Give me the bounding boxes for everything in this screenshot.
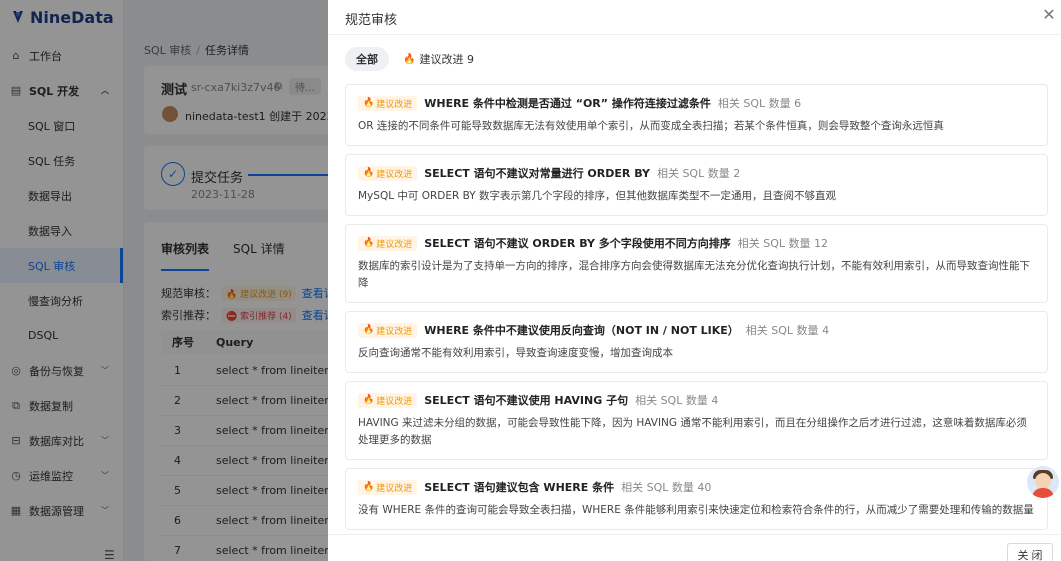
- rule-header: 🔥 建议改进 WHERE 条件中检测是否通过 “OR” 操作符连接过滤条件 相关 SQ…: [358, 95, 1035, 111]
- rule-title: SELECT 语句建议包含 WHERE 条件: [424, 481, 615, 494]
- rule-description: MySQL 中可 ORDER BY 数字表示第几个字段的排序，但其他数据库类型不…: [358, 190, 837, 202]
- filter-suggest-label: 建议改进 9: [419, 53, 474, 66]
- suggest-badge: 🔥 建议改进: [358, 235, 418, 251]
- rule-sql-count: 相关 SQL 数量 4: [746, 322, 829, 338]
- fire-icon: 🔥: [363, 168, 375, 178]
- assistant-face: [1035, 473, 1051, 489]
- assistant-body: [1032, 488, 1054, 498]
- fire-icon: 🔥: [363, 482, 375, 492]
- rule-description: HAVING 来过滤未分组的数据，可能会导致性能下降，因为 HAVING 通常不…: [358, 417, 1027, 446]
- filter-all[interactable]: 全部: [345, 47, 389, 71]
- drawer-divider: [328, 34, 1061, 35]
- rule-title: WHERE 条件中检测是否通过 “OR” 操作符连接过滤条件: [424, 97, 711, 110]
- assistant-avatar[interactable]: [1027, 466, 1059, 498]
- rule-list: 🔥 建议改进 WHERE 条件中检测是否通过 “OR” 操作符连接过滤条件 相关 SQ…: [345, 84, 1048, 534]
- fire-icon: 🔥: [363, 395, 375, 405]
- rule-header: 🔥 建议改进 SELECT 语句不建议 ORDER BY 多个字段使用不同方向排序相…: [358, 235, 1035, 251]
- rule-title: SELECT 语句不建议使用 HAVING 子句: [424, 394, 629, 407]
- suggest-badge-label: 建议改进: [376, 483, 413, 494]
- suggest-badge-label: 建议改进: [376, 396, 413, 407]
- rule-card[interactable]: 🔥 建议改进 SELECT 语句不建议使用 HAVING 子句 相关 SQL 数量 4…: [345, 381, 1048, 460]
- rule-sql-count: 相关 SQL 数量 40: [621, 479, 711, 495]
- rule-header: 🔥 建议改进 WHERE 条件中不建议使用反向查询（NOT IN / NOT LIK…: [358, 322, 1035, 338]
- fire-icon: 🔥: [403, 53, 416, 65]
- rule-sql-count-prefix: 相关 SQL 数量: [635, 394, 708, 407]
- modal-mask[interactable]: [0, 0, 328, 561]
- rule-sql-count-prefix: 相关 SQL 数量: [656, 167, 730, 180]
- suggest-badge-label: 建议改进: [376, 239, 413, 250]
- rule-sql-count-prefix: 相关 SQL 数量: [717, 97, 791, 110]
- rule-sql-count-value: 6: [794, 97, 802, 110]
- suggest-badge: 🔥 建议改进: [358, 165, 418, 181]
- rule-card[interactable]: 🔥 建议改进 WHERE 条件中检测是否通过 “OR” 操作符连接过滤条件 相关 SQ…: [345, 84, 1048, 146]
- rule-sql-count-value: 2: [733, 167, 741, 180]
- rule-header: 🔥 建议改进 SELECT 语句建议包含 WHERE 条件 相关 SQL 数量 40: [358, 479, 1035, 495]
- rule-title: WHERE 条件中不建议使用反向查询（NOT IN / NOT LIKE）: [424, 324, 739, 337]
- rule-sql-count-value: 40: [697, 481, 712, 494]
- filter-suggest[interactable]: 🔥 建议改进 9: [399, 51, 478, 67]
- rule-card[interactable]: 🔥 建议改进 SELECT 语句不建议 ORDER BY 多个字段使用不同方向排序相…: [345, 224, 1048, 303]
- rule-title: SELECT 语句不建议 ORDER BY 多个字段使用不同方向排序: [424, 237, 731, 250]
- rule-sql-count-value: 4: [822, 324, 830, 337]
- rule-sql-count-prefix: 相关 SQL 数量: [745, 324, 819, 337]
- rule-sql-count-value: 4: [711, 394, 719, 407]
- rule-sql-count-prefix: 相关 SQL 数量: [737, 237, 811, 250]
- suggest-badge: 🔥 建议改进: [358, 322, 418, 338]
- rule-description: 数据库的索引设计是为了支持单一方向的排序，混合排序方向会使得数据库无法充分优化查…: [358, 260, 1030, 289]
- rule-sql-count-value: 12: [814, 237, 829, 250]
- rule-header: 🔥 建议改进 SELECT 语句不建议使用 HAVING 子句 相关 SQL 数量 4: [358, 392, 1035, 408]
- rule-review-drawer: 规范审核 ✕ 全部 🔥 建议改进 9 🔥 建议改进 WHERE 条件中检测是否通过 …: [328, 0, 1061, 561]
- rule-sql-count: 相关 SQL 数量 12: [738, 235, 828, 251]
- suggest-badge: 🔥 建议改进: [358, 95, 418, 111]
- rule-description: 反向查询通常不能有效利用索引，导致查询速度变慢，增加查询成本: [358, 347, 673, 359]
- rule-card[interactable]: 🔥 建议改进 SELECT 语句不建议对常量进行 ORDER BY 相关 SQL 数量…: [345, 154, 1048, 216]
- fire-icon: 🔥: [363, 238, 375, 248]
- filter-bar: 全部 🔥 建议改进 9: [345, 47, 478, 71]
- drawer-footer: 关 闭: [328, 534, 1061, 561]
- fire-icon: 🔥: [363, 325, 375, 335]
- suggest-badge: 🔥 建议改进: [358, 392, 418, 408]
- rule-sql-count: 相关 SQL 数量 6: [718, 95, 801, 111]
- rule-header: 🔥 建议改进 SELECT 语句不建议对常量进行 ORDER BY 相关 SQL 数量…: [358, 165, 1035, 181]
- drawer-title: 规范审核: [345, 13, 398, 28]
- suggest-badge-label: 建议改进: [376, 326, 413, 337]
- close-icon[interactable]: ✕: [1042, 7, 1056, 23]
- rule-sql-count-prefix: 相关 SQL 数量: [621, 481, 694, 494]
- rule-card[interactable]: 🔥 建议改进 SELECT 语句建议包含 WHERE 条件 相关 SQL 数量 40 没…: [345, 468, 1048, 530]
- rule-card[interactable]: 🔥 建议改进 WHERE 条件中不建议使用反向查询（NOT IN / NOT LIK…: [345, 311, 1048, 373]
- rule-title: SELECT 语句不建议对常量进行 ORDER BY: [424, 167, 650, 180]
- suggest-badge-label: 建议改进: [376, 99, 413, 110]
- rule-sql-count: 相关 SQL 数量 2: [657, 165, 740, 181]
- fire-icon: 🔥: [363, 98, 375, 108]
- rule-description: 没有 WHERE 条件的查询可能会导致全表扫描，WHERE 条件能够利用索引来快…: [358, 504, 1034, 516]
- rule-description: OR 连接的不同条件可能导致数据库无法有效使用单个索引，从而变成全表扫描；若某个…: [358, 120, 944, 132]
- suggest-badge: 🔥 建议改进: [358, 479, 418, 495]
- close-button[interactable]: 关 闭: [1007, 543, 1053, 561]
- suggest-badge-label: 建议改进: [376, 169, 413, 180]
- rule-sql-count: 相关 SQL 数量 4: [635, 392, 718, 408]
